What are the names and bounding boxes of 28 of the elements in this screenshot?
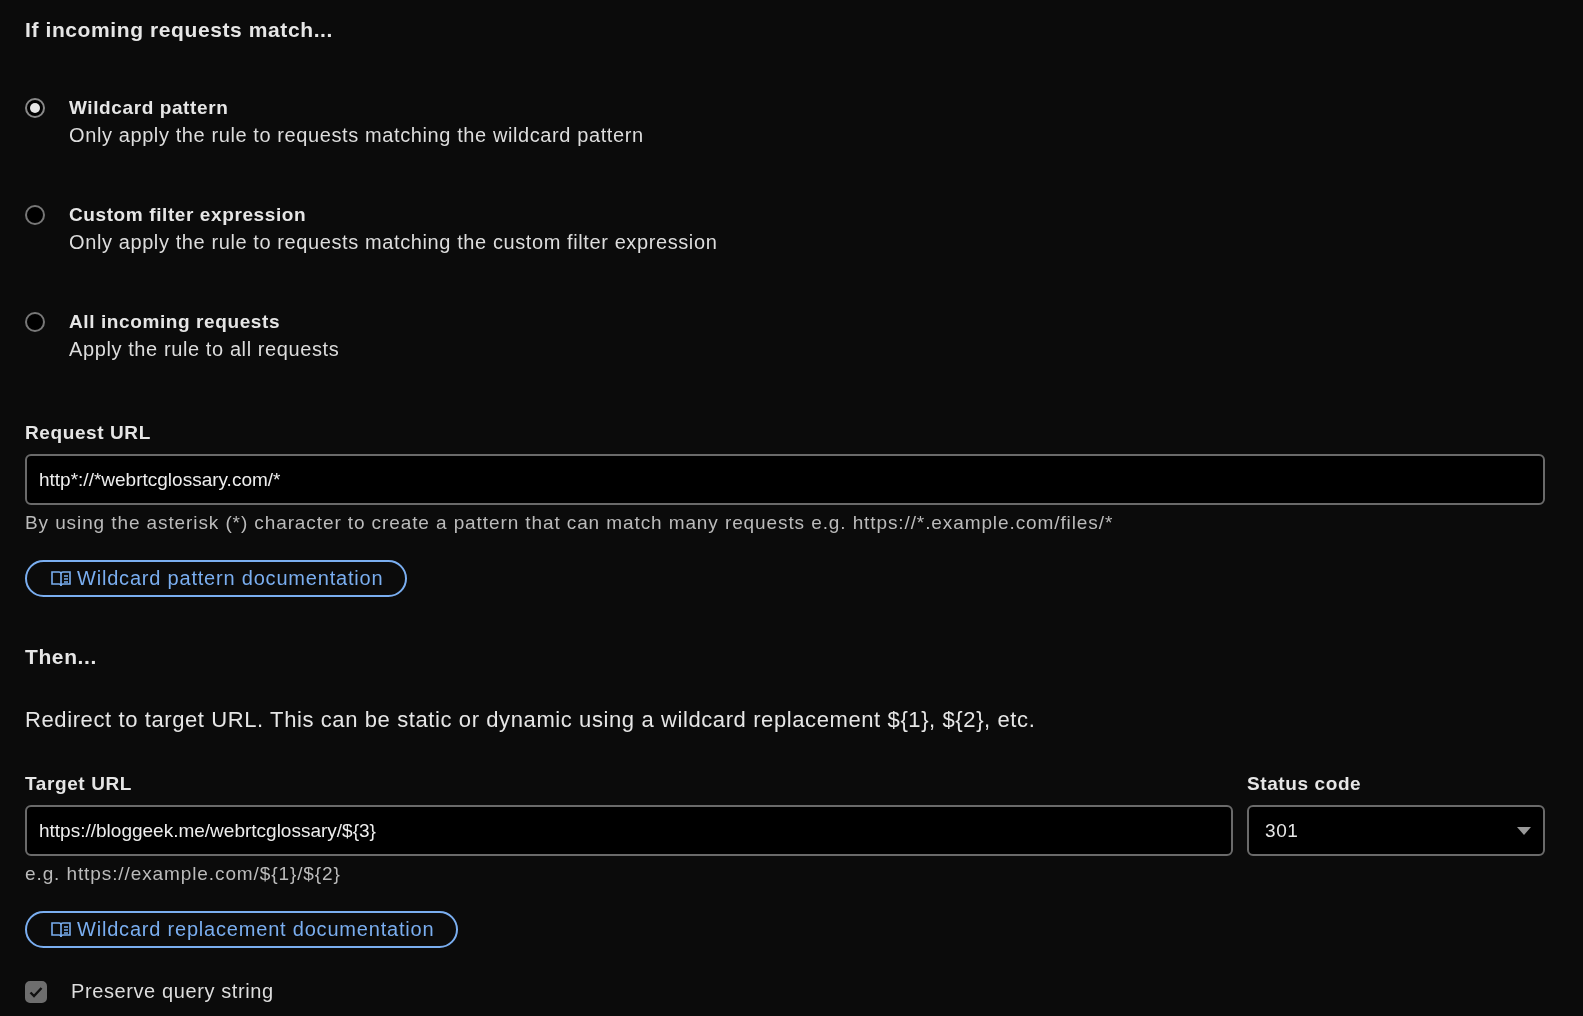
description-text: Redirect to target URL. This can be static or dynamic using a wildcard replacement ${1}, ${2}, etc.: [25, 707, 1037, 733]
field-label: Status code: [1247, 773, 1363, 795]
field-hint: e.g. https://example.com/${1}/${2}: [25, 863, 342, 885]
field-label: Target URL: [25, 773, 133, 795]
caret-icon: [1517, 826, 1531, 835]
status-code-dropdown[interactable]: 301: [1247, 805, 1545, 856]
documentation-button[interactable]: Wildcard pattern documentation: [25, 560, 408, 597]
radio-button[interactable]: [25, 312, 45, 332]
documentation-button[interactable]: Wildcard replacement documentation: [25, 911, 459, 948]
checkmark-icon: [29, 985, 43, 998]
checkbox[interactable]: [25, 980, 47, 1003]
radio-button[interactable]: [25, 98, 45, 118]
section-heading: If incoming requests match...: [25, 18, 333, 42]
option-title: All incoming requests: [69, 310, 282, 334]
field-label: Request URL: [25, 422, 152, 444]
option-description: Only apply the rule to requests matching the custom filter expression: [69, 230, 718, 255]
book-icon: [51, 920, 71, 939]
option-title: Wildcard pattern: [69, 96, 230, 120]
field-hint: By using the asterisk (*) character to create a pattern that can match many requests e.g. https://*.example.com/files/*: [25, 512, 1115, 534]
book-icon: [51, 569, 71, 588]
section-heading: Then...: [25, 645, 98, 669]
checkbox-label: Preserve query string: [71, 980, 274, 1003]
target-url-field[interactable]: https://bloggeek.me/webrtcglossary/${3}: [25, 805, 1233, 856]
option-title: Custom filter expression: [69, 203, 308, 227]
radio-button[interactable]: [25, 205, 45, 225]
request-url-field[interactable]: http*://*webrtcglossary.com/*: [25, 454, 1545, 505]
option-description: Apply the rule to all requests: [69, 337, 340, 362]
option-description: Only apply the rule to requests matching the wildcard pattern: [69, 123, 644, 148]
